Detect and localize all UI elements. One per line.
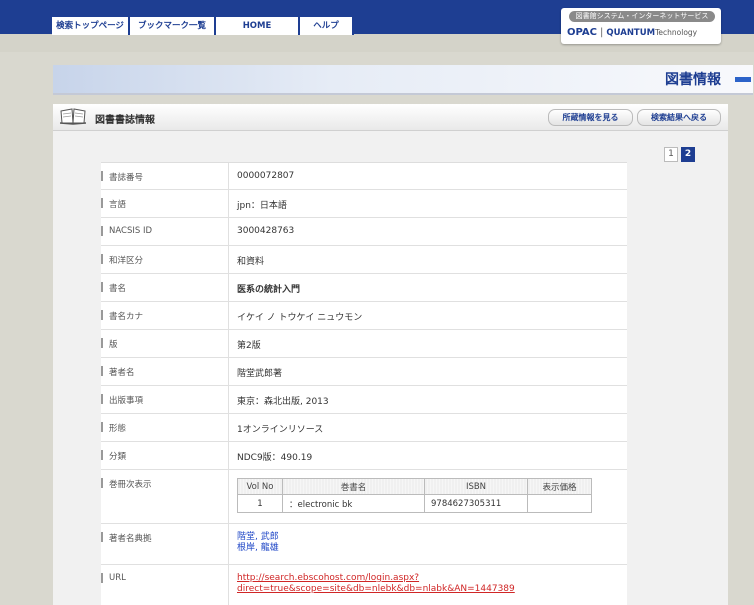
bibliographic-panel: 図書書誌情報 所蔵情報を見る 検索結果へ戻る 1 2 書誌番号 00000728…: [53, 104, 728, 605]
panel-title: 図書書誌情報: [95, 115, 155, 126]
volume-header: 巻書名: [282, 478, 425, 495]
table-row: NACSIS ID 3000428763: [101, 218, 627, 246]
volume-table: Vol No 巻書名 ISBN 表示価格 1 ：electronic bk 97…: [237, 478, 592, 513]
volume-cell-isbn: 9784627305311: [424, 494, 528, 513]
banner-accent-bar: [735, 77, 751, 82]
row-label: 分類: [101, 442, 229, 469]
title-value: 医系の統計入門: [237, 285, 301, 295]
authority-cell: 階堂, 武郎 根岸, 龍雄: [229, 524, 627, 564]
table-row: 書名 医系の統計入門: [101, 274, 627, 302]
table-row-volumes: 巻冊次表示 Vol No 巻書名 ISBN 表示価格 1 ：electronic…: [101, 470, 627, 524]
url-link-line2[interactable]: direct=true&scope=site&db=nlebk&db=nlabk…: [237, 584, 619, 595]
author-link[interactable]: 階堂, 武郎: [237, 532, 619, 543]
brand-name: OPAC | QUANTUMTechnology: [567, 27, 717, 38]
row-label: 版: [101, 330, 229, 357]
volume-row: 1 ：electronic bk 9784627305311: [237, 494, 592, 513]
row-value: 3000428763: [237, 226, 295, 236]
volume-header: Vol No: [237, 478, 283, 495]
row-label: 言語: [101, 190, 229, 217]
brand-logo: 図書館システム・インターネットサービス OPAC | QUANTUMTechnolo…: [561, 8, 721, 44]
open-book-icon: [60, 108, 86, 125]
table-row-url: URL http://search.ebscohost.com/login.as…: [101, 565, 627, 605]
table-row-authority: 著者名典拠 階堂, 武郎 根岸, 龍雄: [101, 524, 627, 565]
table-row: 和洋区分 和資料: [101, 246, 627, 274]
row-label: 出版事項: [101, 386, 229, 413]
panel-header: 図書書誌情報 所蔵情報を見る 検索結果へ戻る: [53, 104, 728, 131]
quantum-label: QUANTUM: [606, 28, 656, 38]
technology-label: Technology: [655, 28, 698, 37]
table-row: 分類 NDC9版：490.19: [101, 442, 627, 470]
row-label: 形態: [101, 414, 229, 441]
url-link-line1[interactable]: http://search.ebscohost.com/login.aspx?: [237, 573, 619, 584]
page-title: 図書情報: [665, 72, 721, 88]
row-value: 東京：森北出版, 2013: [237, 397, 329, 407]
volume-header: 表示価格: [527, 478, 592, 495]
nav-tab-home[interactable]: HOME: [216, 17, 300, 35]
view-holdings-button[interactable]: 所蔵情報を見る: [548, 109, 633, 126]
volume-cell-price: [527, 494, 592, 513]
table-row: 形態 1オンラインリソース: [101, 414, 627, 442]
table-row: 著者名 階堂武郎著: [101, 358, 627, 386]
nav-tab-help[interactable]: ヘルプ: [300, 17, 354, 35]
page-1-link[interactable]: 1: [664, 147, 678, 162]
row-value: イケイ ノ トウケイ ニュウモン: [237, 313, 363, 323]
page-banner: 図書情報: [53, 65, 753, 95]
volume-cell-title: ：electronic bk: [282, 494, 425, 513]
brand-subtitle: 図書館システム・インターネットサービス: [569, 11, 715, 22]
back-to-results-button[interactable]: 検索結果へ戻る: [637, 109, 721, 126]
row-label: 和洋区分: [101, 246, 229, 273]
row-value: 1オンラインリソース: [237, 425, 324, 435]
author-link[interactable]: 根岸, 龍雄: [237, 543, 619, 554]
row-value: 第2版: [237, 341, 261, 351]
brand-separator: |: [600, 27, 604, 38]
url-cell: http://search.ebscohost.com/login.aspx? …: [229, 565, 627, 605]
row-label: 書名: [101, 274, 229, 301]
row-value: NDC9版：490.19: [237, 453, 313, 463]
row-label: 著者名典拠: [101, 524, 229, 564]
page-2-current[interactable]: 2: [681, 147, 695, 162]
table-row: 言語 jpn：日本語: [101, 190, 627, 218]
main-nav: 検索トップページ ブックマーク一覧 HOME ヘルプ: [52, 17, 354, 35]
row-label: URL: [101, 565, 229, 605]
record-detail-table: 書誌番号 0000072807 言語 jpn：日本語 NACSIS ID 300…: [101, 162, 627, 605]
volume-header: ISBN: [424, 478, 528, 495]
volume-header-row: Vol No 巻書名 ISBN 表示価格: [237, 478, 592, 495]
nav-tab-bookmarks[interactable]: ブックマーク一覧: [130, 17, 216, 35]
row-value: 和資料: [237, 257, 265, 267]
row-label: 著者名: [101, 358, 229, 385]
row-label: NACSIS ID: [101, 218, 229, 245]
table-row: 書名カナ イケイ ノ トウケイ ニュウモン: [101, 302, 627, 330]
row-value: jpn：日本語: [237, 201, 287, 211]
table-row: 書誌番号 0000072807: [101, 163, 627, 190]
row-value: 0000072807: [237, 171, 295, 181]
top-header: 検索トップページ ブックマーク一覧 HOME ヘルプ 図書館システム・インターネ…: [0, 0, 754, 52]
table-row: 出版事項 東京：森北出版, 2013: [101, 386, 627, 414]
row-value: 階堂武郎著: [237, 369, 283, 379]
nav-tab-search-top[interactable]: 検索トップページ: [52, 17, 130, 35]
row-label: 書誌番号: [101, 163, 229, 189]
row-label: 書名カナ: [101, 302, 229, 329]
opac-label: OPAC: [567, 27, 597, 38]
row-label: 巻冊次表示: [101, 470, 229, 523]
pager: 1 2: [664, 147, 695, 162]
volume-cell-volno: 1: [237, 494, 283, 513]
volume-cell: Vol No 巻書名 ISBN 表示価格 1 ：electronic bk 97…: [229, 470, 627, 523]
table-row: 版 第2版: [101, 330, 627, 358]
